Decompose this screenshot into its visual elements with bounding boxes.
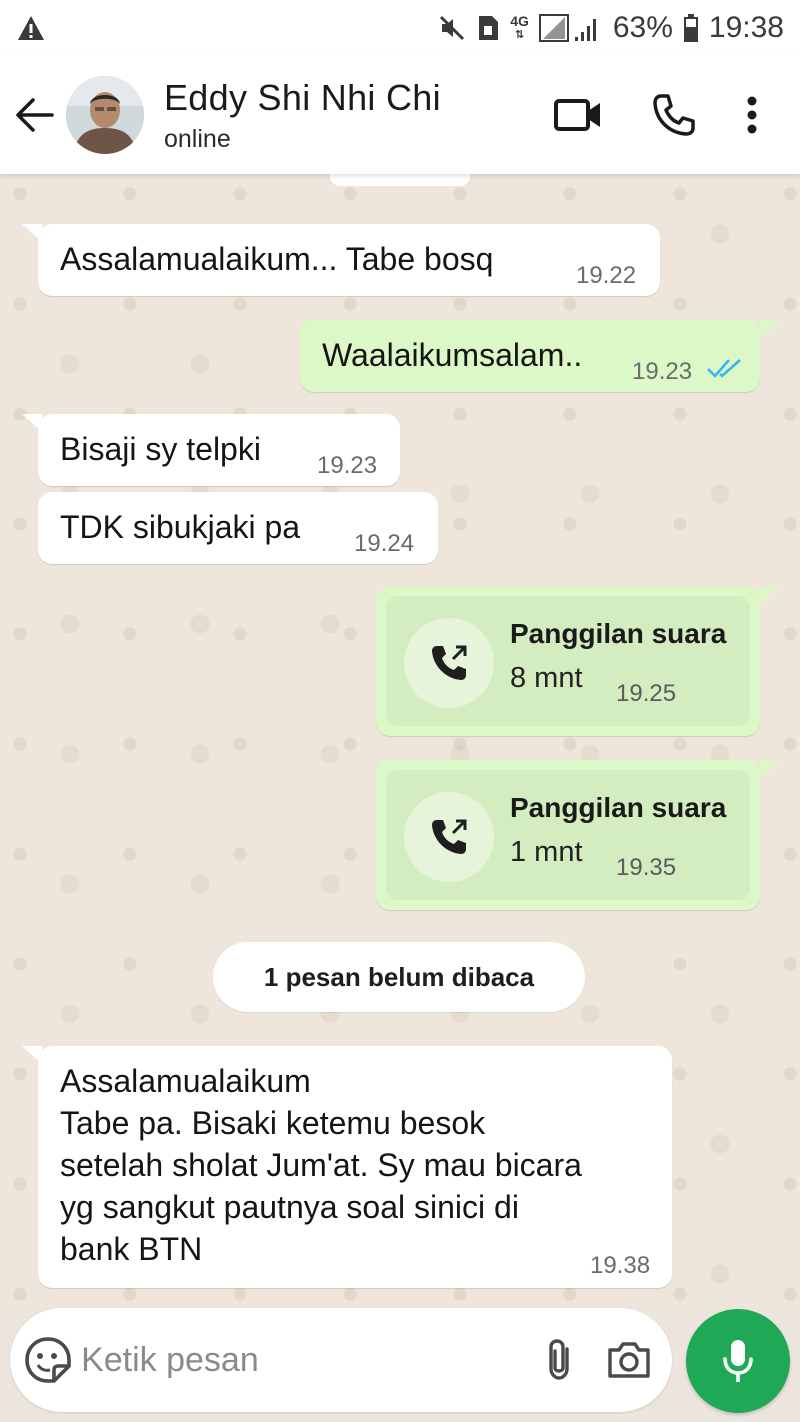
message-bubble-incoming[interactable]: Assalamualaikum Tabe pa. Bisaki ketemu b… <box>38 1046 672 1288</box>
bubble-tail <box>760 760 780 778</box>
message-time: 19.38 <box>590 1252 651 1279</box>
bubble-tail <box>22 224 42 242</box>
network-type: 4G ⇅ <box>510 13 529 41</box>
message-bubble-outgoing[interactable]: Waalaikumsalam.. 19.23 <box>300 320 760 392</box>
message-text: Assalamualaikum... Tabe bosq <box>60 241 494 277</box>
avatar[interactable] <box>66 76 144 154</box>
sim-icon <box>476 14 500 42</box>
bubble-tail <box>22 1046 42 1064</box>
outgoing-call-icon <box>404 792 494 882</box>
message-text: TDK sibukjaki pa <box>60 509 301 545</box>
unread-messages-banner: 1 pesan belum dibaca <box>213 942 585 1012</box>
call-bubble-outgoing[interactable]: Panggilan suara 1 mnt 19.35 <box>376 760 760 910</box>
more-options-icon[interactable] <box>722 75 782 155</box>
message-time: 19.25 <box>616 680 677 707</box>
call-title: Panggilan suara <box>510 618 727 649</box>
message-time: 19.35 <box>616 854 677 881</box>
battery-icon <box>683 13 699 43</box>
bubble-tail <box>22 414 42 432</box>
message-bubble-incoming[interactable]: Assalamualaikum... Tabe bosq 19.22 <box>38 224 660 296</box>
voice-call-icon[interactable] <box>626 75 722 155</box>
message-bubble-incoming[interactable]: Bisaji sy telpki 19.23 <box>38 414 400 486</box>
video-call-icon[interactable] <box>530 75 626 155</box>
call-duration: 8 mnt <box>510 662 583 694</box>
message-text: Assalamualaikum Tabe pa. Bisaki ketemu b… <box>60 1063 582 1267</box>
battery-percent: 63% <box>612 11 673 44</box>
call-title: Panggilan suara <box>510 792 727 823</box>
contact-status: online <box>164 124 231 153</box>
message-bubble-incoming[interactable]: TDK sibukjaki pa 19.24 <box>38 492 438 564</box>
call-duration: 1 mnt <box>510 836 583 868</box>
message-text: Bisaji sy telpki <box>60 431 261 467</box>
camera-icon[interactable] <box>594 1308 664 1412</box>
call-bubble-outgoing[interactable]: Panggilan suara 8 mnt 19.25 <box>376 586 760 736</box>
attach-icon[interactable] <box>524 1308 594 1412</box>
message-composer <box>10 1308 672 1412</box>
signal-icon <box>538 13 603 43</box>
message-time: 19.23 <box>317 452 378 479</box>
bubble-tail <box>760 320 780 338</box>
mute-icon <box>438 14 466 42</box>
chat-area[interactable]: Assalamualaikum... Tabe bosq 19.22 Waala… <box>0 174 800 1308</box>
outgoing-call-icon <box>404 618 494 708</box>
call-card[interactable]: Panggilan suara 8 mnt 19.25 <box>386 596 750 726</box>
message-time: 19.24 <box>354 530 415 557</box>
date-separator <box>330 174 470 186</box>
call-card[interactable]: Panggilan suara 1 mnt 19.35 <box>386 770 750 900</box>
warning-icon <box>16 14 46 42</box>
mic-icon[interactable] <box>686 1309 790 1413</box>
read-ticks-icon <box>706 356 744 385</box>
sticker-icon[interactable] <box>14 1308 81 1412</box>
message-time: 19.23 <box>632 358 693 385</box>
bubble-tail <box>760 586 780 604</box>
back-arrow-icon[interactable] <box>4 56 66 174</box>
message-input[interactable] <box>81 1330 525 1390</box>
contact-name: Eddy Shi Nhi Chi <box>164 76 441 118</box>
clock: 19:38 <box>708 11 784 44</box>
contact-info[interactable]: Eddy Shi Nhi Chi online <box>164 77 530 154</box>
message-text: Waalaikumsalam.. <box>322 337 583 373</box>
status-bar: 4G ⇅ 63% 19:38 <box>0 0 800 56</box>
message-time: 19.22 <box>576 262 637 289</box>
chat-header: Eddy Shi Nhi Chi online <box>0 56 800 174</box>
